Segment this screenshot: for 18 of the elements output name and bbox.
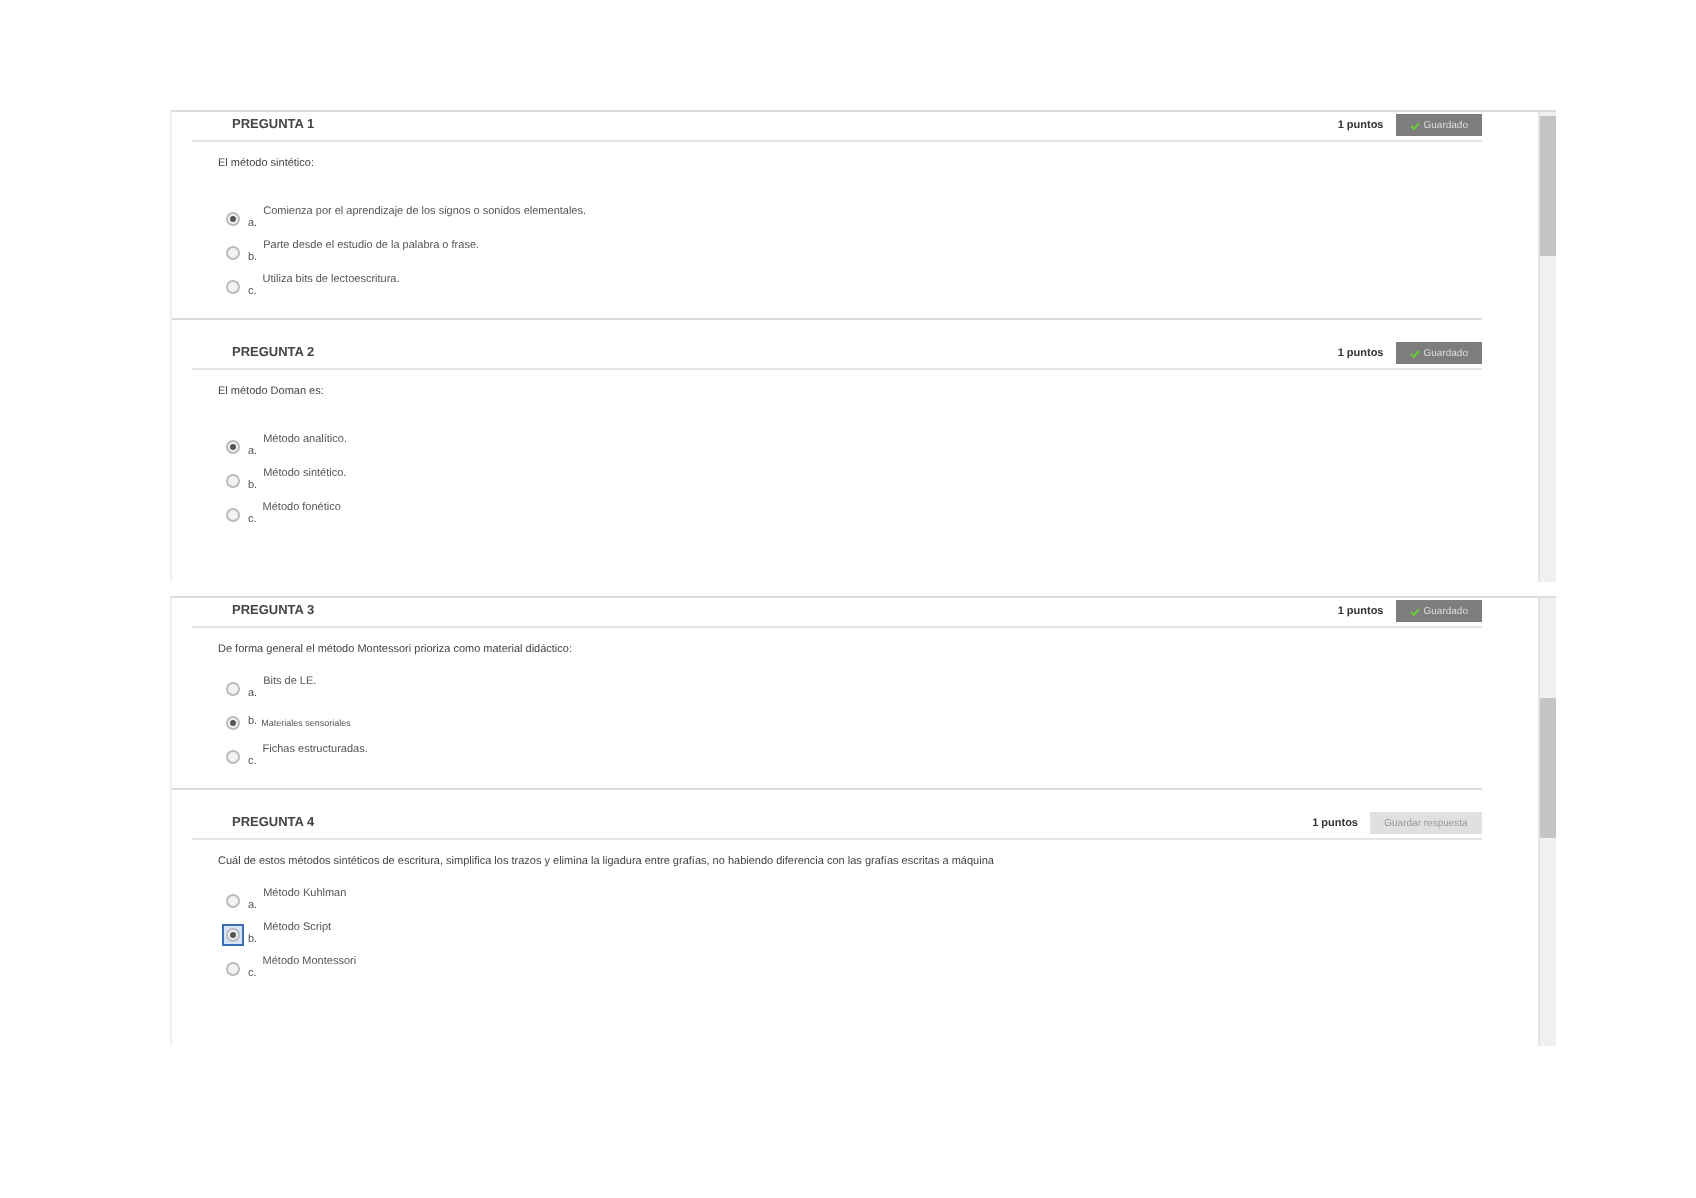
scrollbar[interactable] xyxy=(1538,112,1556,582)
scrollbar-thumb[interactable] xyxy=(1540,116,1556,256)
radio-button[interactable] xyxy=(226,508,240,522)
scrollbar-thumb[interactable] xyxy=(1540,698,1556,838)
radio-button[interactable] xyxy=(226,682,240,696)
radio-button[interactable] xyxy=(226,280,240,294)
radio-button[interactable] xyxy=(226,715,240,729)
check-icon xyxy=(1409,121,1420,129)
check-icon xyxy=(1409,607,1420,615)
radio-button[interactable] xyxy=(226,750,240,764)
radio-button[interactable] xyxy=(226,212,240,226)
radio-button[interactable] xyxy=(226,440,240,454)
check-icon xyxy=(1409,349,1420,357)
radio-button[interactable] xyxy=(226,474,240,488)
radio-button[interactable] xyxy=(226,246,240,260)
radio-button[interactable] xyxy=(226,962,240,976)
scrollbar[interactable] xyxy=(1538,598,1556,1046)
radio-button[interactable] xyxy=(226,894,240,908)
